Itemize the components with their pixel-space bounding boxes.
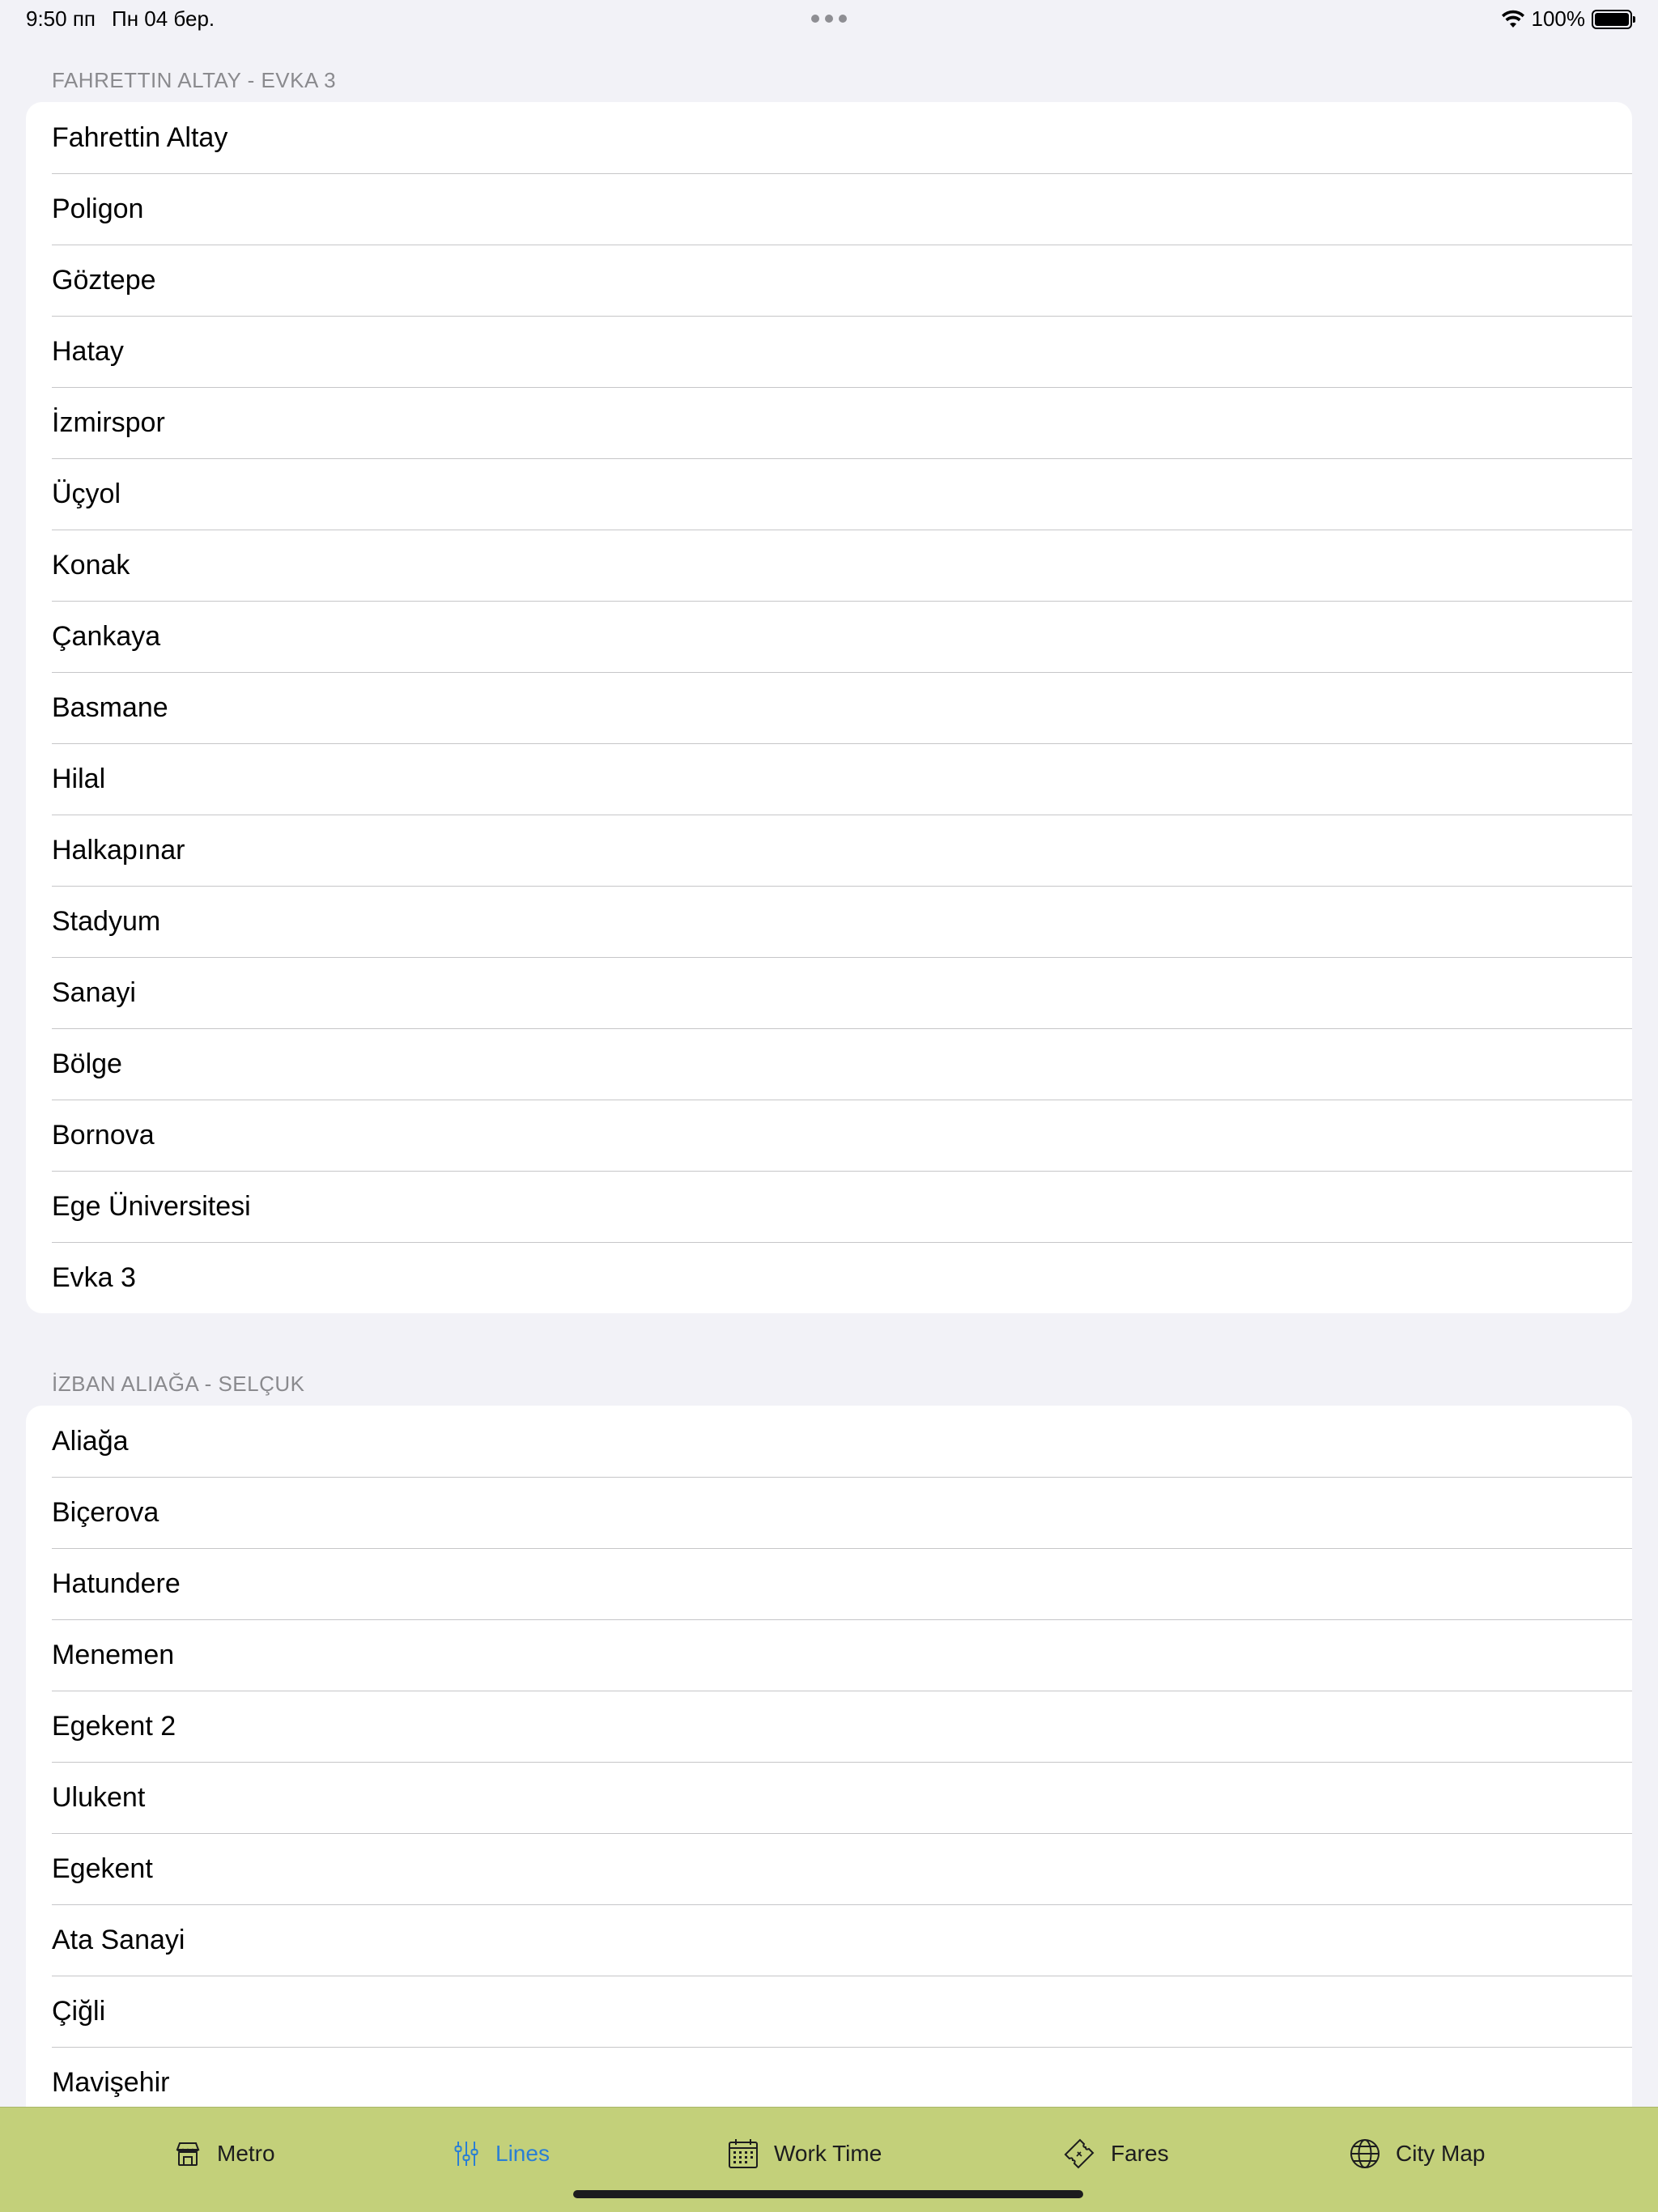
station-name: Hilal: [52, 763, 106, 794]
station-row[interactable]: Fahrettin Altay: [26, 102, 1632, 173]
station-name: Konak: [52, 549, 130, 581]
station-name: Stadyum: [52, 905, 161, 937]
station-row[interactable]: Hatundere: [26, 1548, 1632, 1619]
station-name: Hatay: [52, 335, 124, 367]
station-row[interactable]: Bornova: [26, 1100, 1632, 1171]
tab-label: City Map: [1396, 2141, 1486, 2166]
station-row[interactable]: Konak: [26, 530, 1632, 601]
station-row[interactable]: Çankaya: [26, 601, 1632, 672]
station-row[interactable]: Egekent: [26, 1833, 1632, 1904]
station-name: Halkapınar: [52, 834, 185, 866]
station-row[interactable]: Ulukent: [26, 1762, 1632, 1833]
station-row[interactable]: Ege Üniversitesi: [26, 1171, 1632, 1242]
station-row[interactable]: Mavişehir: [26, 2047, 1632, 2107]
station-row[interactable]: Sanayi: [26, 957, 1632, 1028]
station-name: Ulukent: [52, 1781, 146, 1813]
station-row[interactable]: Hatay: [26, 316, 1632, 387]
station-name: Biçerova: [52, 1496, 159, 1528]
station-row[interactable]: Basmane: [26, 672, 1632, 743]
station-row[interactable]: Stadyum: [26, 886, 1632, 957]
station-row[interactable]: İzmirspor: [26, 387, 1632, 458]
tab-label: Lines: [495, 2141, 550, 2166]
station-row[interactable]: Aliağa: [26, 1406, 1632, 1477]
station-name: Sanayi: [52, 976, 136, 1008]
station-row[interactable]: Menemen: [26, 1619, 1632, 1691]
station-name: Aliağa: [52, 1425, 129, 1457]
station-name: Menemen: [52, 1639, 175, 1670]
lines-icon: [454, 2142, 478, 2166]
section-header: FAHRETTIN ALTAY - EVKA 3: [52, 68, 337, 92]
tab-city-map[interactable]: City Map: [1349, 2133, 1485, 2174]
lines-list[interactable]: FAHRETTIN ALTAY - EVKA 3 Fahrettin Altay…: [0, 0, 1658, 2107]
station-name: Bölge: [52, 1048, 122, 1079]
station-name: Egekent 2: [52, 1710, 176, 1742]
home-indicator[interactable]: [573, 2190, 1083, 2198]
station-name: Poligon: [52, 193, 144, 224]
globe-icon: [1350, 2139, 1380, 2168]
station-name: Üçyol: [52, 478, 121, 509]
tab-metro[interactable]: Metro: [173, 2133, 275, 2174]
station-group: Aliağa Biçerova Hatundere Menemen Egekent 2 U…: [26, 1406, 1632, 2107]
station-name: Çankaya: [52, 620, 161, 652]
tab-label: Metro: [217, 2141, 275, 2166]
station-name: Göztepe: [52, 264, 156, 296]
station-row[interactable]: Poligon: [26, 173, 1632, 245]
station-name: Hatundere: [52, 1568, 181, 1599]
station-row[interactable]: Üçyol: [26, 458, 1632, 530]
station-name: Mavişehir: [52, 2066, 170, 2098]
station-name: Bornova: [52, 1119, 155, 1151]
station-row[interactable]: Bölge: [26, 1028, 1632, 1100]
tab-work-time[interactable]: Work Time: [727, 2133, 882, 2174]
ticket-icon: [1064, 2138, 1095, 2169]
tab-label: Fares: [1111, 2141, 1169, 2166]
station-name: Basmane: [52, 691, 168, 723]
tab-label: Work Time: [774, 2141, 882, 2166]
station-name: Egekent: [52, 1853, 153, 1884]
station-name: Evka 3: [52, 1261, 136, 1293]
station-row[interactable]: Ata Sanayi: [26, 1904, 1632, 1976]
station-row[interactable]: Evka 3: [26, 1242, 1632, 1313]
station-row[interactable]: Çiğli: [26, 1976, 1632, 2047]
metro-icon: [176, 2142, 200, 2166]
station-name: Fahrettin Altay: [52, 121, 228, 153]
station-row[interactable]: Halkapınar: [26, 815, 1632, 886]
calendar-icon: [729, 2139, 758, 2168]
station-name: Ata Sanayi: [52, 1924, 185, 1955]
station-row[interactable]: Hilal: [26, 743, 1632, 815]
station-row[interactable]: Göztepe: [26, 245, 1632, 316]
station-name: İzmirspor: [52, 406, 165, 438]
section-header: İZBAN ALIAĞA - SELÇUK: [52, 1372, 305, 1396]
station-group: Fahrettin Altay Poligon Göztepe Hatay İzmirs…: [26, 102, 1632, 1313]
station-row[interactable]: Egekent 2: [26, 1691, 1632, 1762]
station-row[interactable]: Biçerova: [26, 1477, 1632, 1548]
station-name: Ege Üniversitesi: [52, 1190, 251, 1222]
tab-lines[interactable]: Lines: [452, 2133, 550, 2174]
station-name: Çiğli: [52, 1995, 106, 2027]
tab-fares[interactable]: Fares: [1062, 2133, 1169, 2174]
